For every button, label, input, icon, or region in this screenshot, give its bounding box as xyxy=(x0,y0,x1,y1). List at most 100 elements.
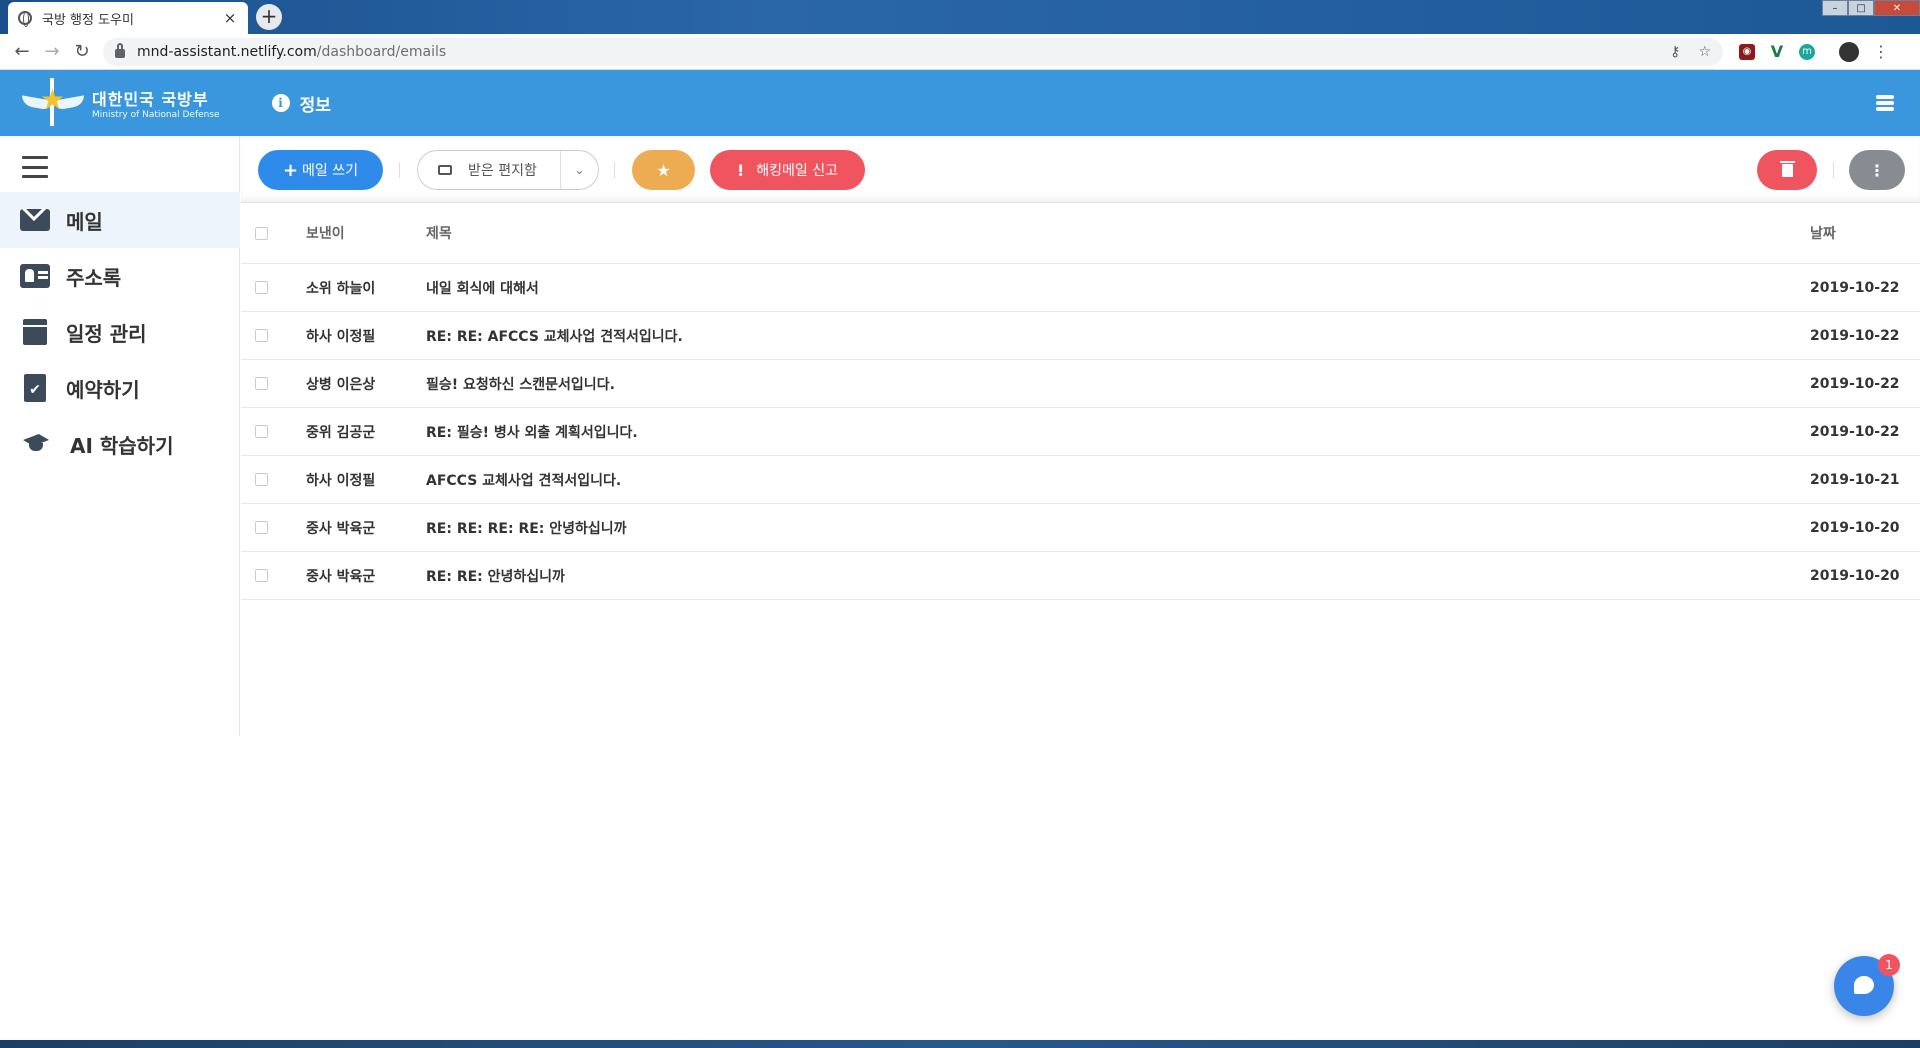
starred-button[interactable]: ★ xyxy=(632,150,695,190)
report-hacking-mail-button[interactable]: ! 해킹메일 신고 xyxy=(710,150,865,190)
email-date: 2019-10-20 xyxy=(1810,519,1900,536)
clipboard-check-icon: ✔ xyxy=(24,374,46,402)
logo-title-en: Ministry of National Defense xyxy=(92,110,220,120)
email-sender: 중사 박육군 xyxy=(306,568,376,585)
sidebar-toggle-icon[interactable] xyxy=(22,156,48,178)
browser-tab[interactable]: 국방 행정 도우미 × xyxy=(8,2,248,34)
select-all-checkbox[interactable] xyxy=(255,226,268,240)
email-subject[interactable]: RE: RE: AFCCS 교체사업 견적서입니다. xyxy=(426,326,683,346)
info-circle-icon: i xyxy=(271,94,290,112)
minimize-icon[interactable]: – xyxy=(1822,0,1848,16)
email-sender: 하사 이정필 xyxy=(306,328,376,345)
sidebar-item-contacts[interactable]: 주소록 xyxy=(0,248,240,304)
info-menu[interactable]: i 정보 xyxy=(271,91,331,116)
bookmark-star-icon[interactable]: ☆ xyxy=(1698,44,1711,60)
sidebar-item-label: 예약하기 xyxy=(66,377,140,402)
table-row[interactable]: 하사 이정필 AFCCS 교체사업 견적서입니다. 2019-10-21 xyxy=(241,456,1920,504)
compose-button[interactable]: + 메일 쓰기 xyxy=(258,150,383,190)
chat-bubble-icon xyxy=(1854,976,1874,994)
row-checkbox[interactable] xyxy=(255,281,268,294)
table-row[interactable]: 소위 하늘이 내일 회식에 대해서 2019-10-22 xyxy=(241,264,1920,312)
email-sender: 하사 이정필 xyxy=(306,472,376,489)
sidebar-item-label: 주소록 xyxy=(66,265,122,290)
exclamation-icon: ! xyxy=(736,160,745,180)
star-icon: ★ xyxy=(656,160,671,180)
column-header-sender[interactable]: 보낸이 xyxy=(306,223,345,243)
ublock-extension-icon[interactable]: ◉ xyxy=(1739,43,1755,60)
email-subject[interactable]: RE: RE: RE: RE: 안녕하십니까 xyxy=(426,518,627,538)
new-tab-button[interactable]: + xyxy=(256,4,282,30)
maximize-icon[interactable]: □ xyxy=(1848,0,1874,16)
profile-avatar[interactable] xyxy=(1839,41,1859,62)
inbox-icon xyxy=(438,165,452,175)
hamburger-icon[interactable] xyxy=(1876,95,1894,111)
delete-button[interactable] xyxy=(1757,150,1817,190)
email-date: 2019-10-22 xyxy=(1810,279,1900,296)
row-checkbox[interactable] xyxy=(255,329,268,342)
email-date: 2019-10-22 xyxy=(1810,375,1900,392)
email-sender: 상병 이은상 xyxy=(306,376,376,393)
sidebar: 메일 주소록 일정 관리 ✔ 예약하기 AI 학습하기 xyxy=(0,136,240,736)
sidebar-item-reservation[interactable]: ✔ 예약하기 xyxy=(0,360,240,416)
forward-arrow-icon[interactable]: → xyxy=(37,41,67,62)
report-label: 해킹메일 신고 xyxy=(756,163,839,179)
mnd-logo[interactable]: ★ 대한민국 국방부 Ministry of National Defense xyxy=(22,78,220,128)
email-sender: 소위 하늘이 xyxy=(306,280,376,297)
sidebar-item-label: AI 학습하기 xyxy=(70,433,174,458)
lock-icon xyxy=(115,43,125,58)
mail-toolbar: + 메일 쓰기 받은 편지함 ⌄ ★ ! 해킹메일 신고 ⋮ xyxy=(241,136,1920,203)
logo-title-ko: 대한민국 국방부 xyxy=(92,90,209,109)
toolbar-divider xyxy=(399,162,400,178)
tab-title: 국방 행정 도우미 xyxy=(42,12,134,28)
column-header-subject[interactable]: 제목 xyxy=(426,223,452,243)
toolbar-divider xyxy=(614,162,615,178)
window-close-icon[interactable]: ✕ xyxy=(1874,0,1920,16)
email-subject[interactable]: RE: 필승! 병사 외출 계획서입니다. xyxy=(426,422,638,442)
sidebar-item-schedule[interactable]: 일정 관리 xyxy=(0,304,240,360)
sidebar-item-ai-learning[interactable]: AI 학습하기 xyxy=(0,416,240,472)
row-checkbox[interactable] xyxy=(255,521,268,534)
mnd-emblem-icon: ★ xyxy=(22,78,84,128)
globe-icon xyxy=(18,11,32,27)
table-row[interactable]: 하사 이정필 RE: RE: AFCCS 교체사업 견적서입니다. 2019-1… xyxy=(241,312,1920,360)
address-card-icon xyxy=(20,264,50,288)
url-path: /dashboard/emails xyxy=(316,43,447,60)
email-sender: 중위 김공군 xyxy=(306,424,376,441)
column-header-date[interactable]: 날짜 xyxy=(1810,223,1836,243)
url-host: mnd-assistant.netlify.com xyxy=(137,43,317,60)
chevron-down-icon[interactable]: ⌄ xyxy=(560,151,598,189)
table-row[interactable]: 중사 박육군 RE: RE: 안녕하십니까 2019-10-20 xyxy=(241,552,1920,600)
more-vertical-icon: ⋮ xyxy=(1869,160,1885,180)
os-taskbar xyxy=(0,1040,1920,1048)
address-bar: ← → ↻ mnd-assistant.netlify.com/dashboar… xyxy=(0,34,1920,70)
email-subject[interactable]: 필승! 요청하신 스캔문서입니다. xyxy=(426,374,615,394)
sidebar-item-label: 메일 xyxy=(66,209,103,234)
row-checkbox[interactable] xyxy=(255,569,268,582)
row-checkbox[interactable] xyxy=(255,473,268,486)
row-checkbox[interactable] xyxy=(255,425,268,438)
more-options-button[interactable]: ⋮ xyxy=(1849,150,1905,190)
back-arrow-icon[interactable]: ← xyxy=(7,41,37,62)
chat-widget-button[interactable]: 1 xyxy=(1834,954,1900,1016)
browser-menu-icon[interactable]: ⋮ xyxy=(1873,43,1889,60)
table-header-row: 보낸이 제목 날짜 xyxy=(241,203,1920,264)
table-row[interactable]: 상병 이은상 필승! 요청하신 스캔문서입니다. 2019-10-22 xyxy=(241,360,1920,408)
email-subject[interactable]: AFCCS 교체사업 견적서입니다. xyxy=(426,470,621,490)
table-row[interactable]: 중사 박육군 RE: RE: RE: RE: 안녕하십니까 2019-10-20 xyxy=(241,504,1920,552)
m-extension-icon[interactable]: m xyxy=(1799,43,1815,60)
email-date: 2019-10-20 xyxy=(1810,567,1900,584)
url-input[interactable]: mnd-assistant.netlify.com/dashboard/emai… xyxy=(103,37,1723,66)
key-icon[interactable]: ⚷ xyxy=(1670,44,1680,60)
sidebar-item-mail[interactable]: 메일 xyxy=(0,192,240,248)
calendar-icon xyxy=(23,319,47,345)
email-date: 2019-10-22 xyxy=(1810,327,1900,344)
email-subject[interactable]: RE: RE: 안녕하십니까 xyxy=(426,566,565,586)
email-table: 보낸이 제목 날짜 소위 하늘이 내일 회식에 대해서 2019-10-22 하… xyxy=(241,203,1920,600)
mailbox-select[interactable]: 받은 편지함 ⌄ xyxy=(417,150,599,190)
email-subject[interactable]: 내일 회식에 대해서 xyxy=(426,278,539,298)
tab-close-icon[interactable]: × xyxy=(222,9,238,27)
table-row[interactable]: 중위 김공군 RE: 필승! 병사 외출 계획서입니다. 2019-10-22 xyxy=(241,408,1920,456)
reload-icon[interactable]: ↻ xyxy=(67,41,97,62)
vue-devtools-extension-icon[interactable]: V xyxy=(1769,43,1785,60)
row-checkbox[interactable] xyxy=(255,377,268,390)
